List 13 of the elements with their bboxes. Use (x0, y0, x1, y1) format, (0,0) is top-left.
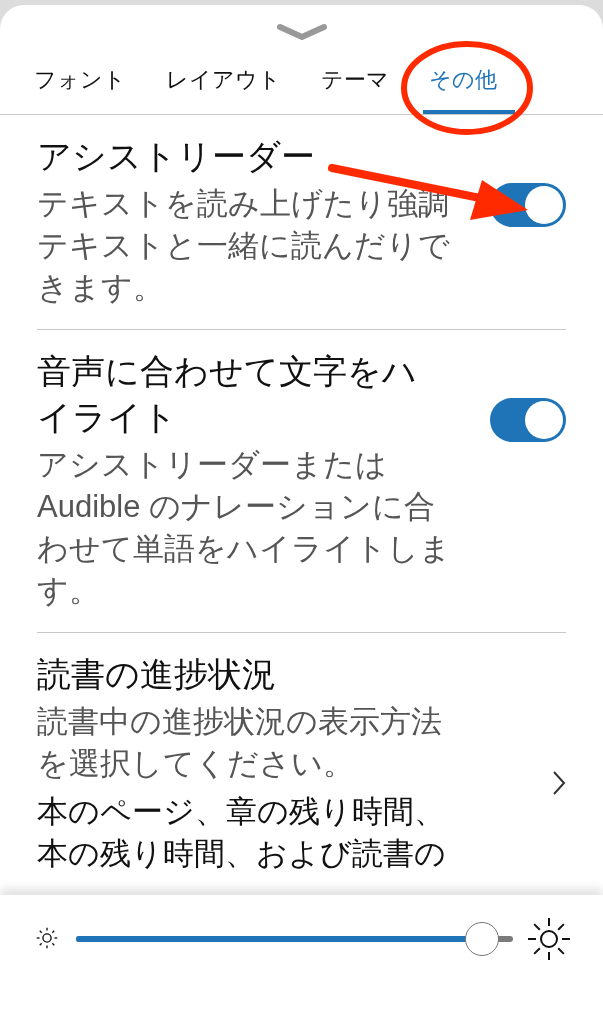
tab[interactable]: フォント (28, 57, 132, 114)
setting-title: アシストリーダー (37, 136, 316, 177)
tab[interactable]: レイアウト (160, 57, 287, 114)
progress-options-text: 本のページ、章の残り時間、本の残り時間、および読書の (37, 793, 447, 873)
setting-title: 音声に合わせて文字をハイライト (37, 351, 417, 438)
setting-title: 読書の進捗状況 (37, 654, 277, 695)
setting-description: アシストリーダーまたは Audible のナレーションに合わせて単語をハイライトします。 (37, 446, 452, 610)
tab[interactable]: テーマ (315, 57, 395, 114)
brightness-icon (527, 917, 571, 961)
collapse-chevron-icon[interactable] (276, 23, 327, 43)
chevron-right-icon[interactable] (552, 770, 566, 796)
toggle-switch[interactable] (490, 398, 566, 442)
setting-description: 読書中の進捗状況の表示方法を選択してください。 (37, 703, 443, 783)
